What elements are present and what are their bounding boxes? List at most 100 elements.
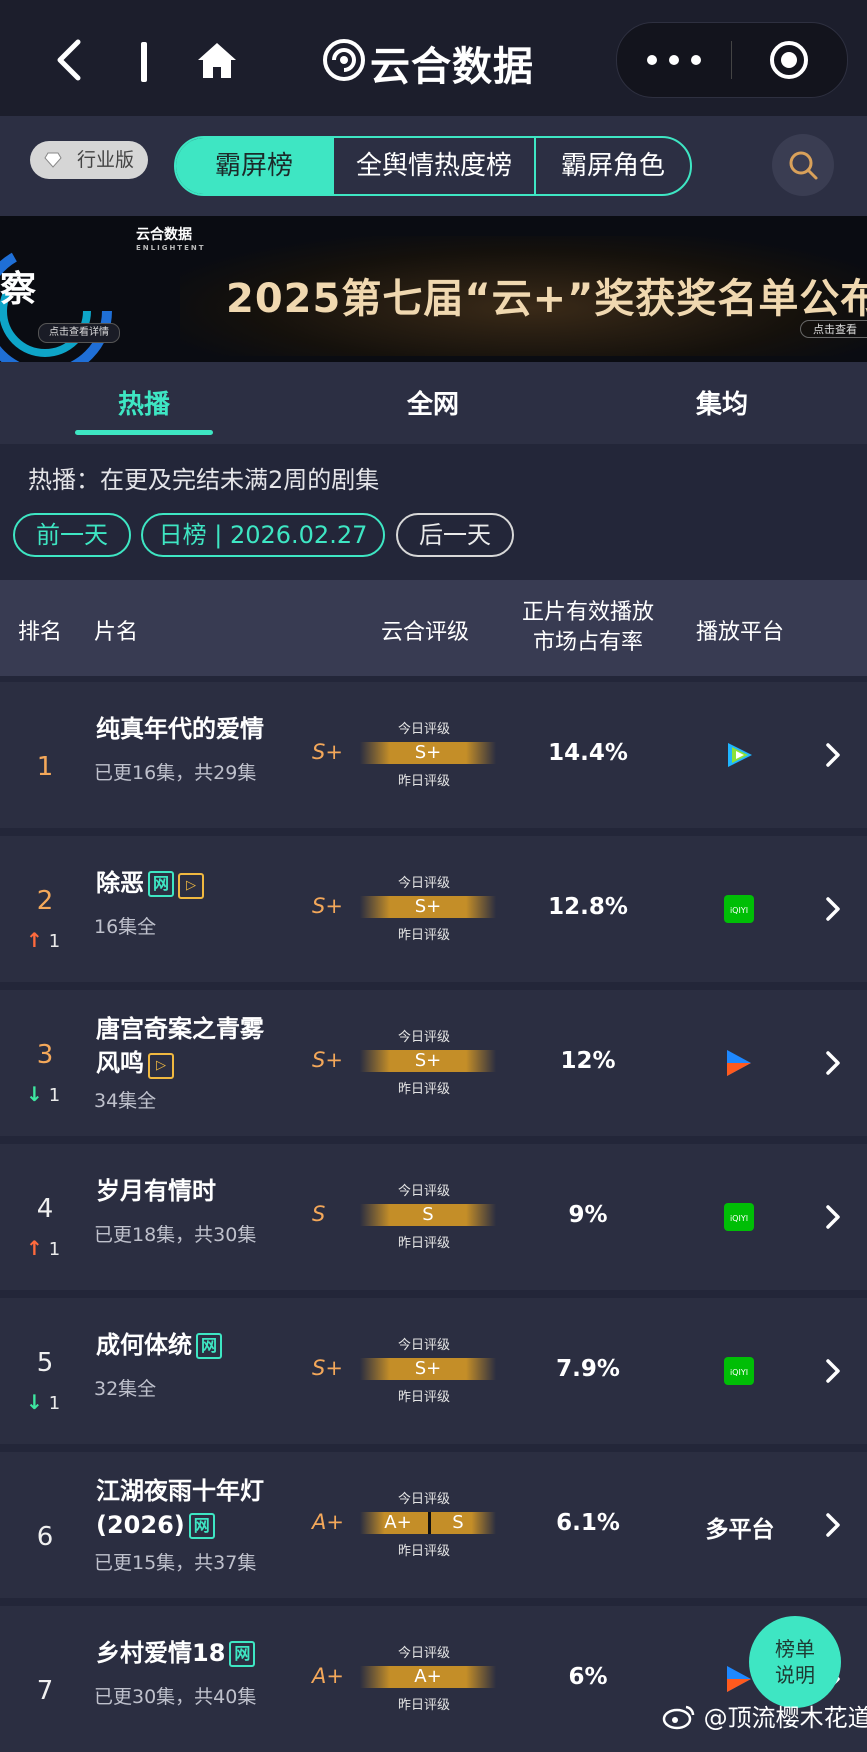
rank-trend: ↑ 1 [26,1236,60,1260]
trend-down-icon: ↓ [26,1390,43,1414]
rank-number: 3 [36,1040,54,1070]
rating-grade: A+ [312,1510,344,1534]
show-title: 岁月有情时 [96,1174,216,1208]
title-text: 唐宫奇案之青雾 [96,1015,264,1043]
chevron-right-icon[interactable] [824,742,842,768]
rating-bar: S+ [360,742,496,764]
award-banner[interactable]: 察 点击查看详情 云合数据 ENLIGHTENT 2025第七届“云+”奖获奖名… [0,216,867,362]
title-text: 乡村爱情18 [96,1639,226,1667]
header-share-line1: 正片有效播放 [521,600,654,625]
web-drama-tag: 网 [229,1641,256,1667]
help-line1: 榜单 [775,1637,815,1661]
banner-detail-tag[interactable]: 点击查看详情 [38,323,120,343]
sub-tab-bar: 热播 全网 集均 [0,362,867,444]
banner-side-text: 察 [0,269,37,310]
chevron-right-icon[interactable] [824,1358,842,1384]
rating-grade: S+ [312,1048,343,1072]
tab-hot-play[interactable]: 热播 [75,384,213,421]
table-row[interactable]: 2 ↑ 1 除恶网 ▷ 16集全 S+ 今日评级 S+ 昨日评级 12.8% iQIYI [0,836,867,982]
today-rating-label: 今日评级 [398,1338,451,1353]
chevron-right-icon[interactable] [824,1512,842,1538]
rating-bar: A+ S [360,1512,496,1534]
tab-baping-role[interactable]: 霸屏角色 [536,138,690,194]
rank-trend: ↓ 1 [26,1082,60,1106]
episode-count: 34集全 [94,1090,157,1112]
today-rating-label: 今日评级 [398,1030,451,1045]
tab-bapingbang[interactable]: 霸屏榜 [176,138,334,194]
chevron-right-icon[interactable] [824,1204,842,1230]
header-share-line2: 市场占有率 [532,630,643,655]
tab-yuqing-heat[interactable]: 全舆情热度榜 [334,138,536,194]
header-platform: 播放平台 [695,620,784,645]
episode-count: 已更18集，共30集 [94,1224,257,1246]
episode-count: 32集全 [94,1378,157,1400]
banner-brand: 云合数据 ENLIGHTENT [136,224,206,252]
capsule-divider [731,41,732,79]
trend-up-icon: ↑ [26,1236,43,1260]
rating-divider [428,1512,431,1534]
yesterday-rating-label: 昨日评级 [398,1236,451,1251]
table-row[interactable]: 1 纯真年代的爱情 已更16集，共29集 S+ 今日评级 S+ 昨日评级 14.4% [0,682,867,828]
home-icon[interactable] [196,40,238,82]
rank-number: 6 [36,1522,54,1552]
web-drama-tag: 网 [188,1513,215,1539]
banner-headline: 2025第七届“云+”奖获奖名单公布 [226,276,867,322]
show-title: 江湖夜雨十年灯 (2026) 网 [96,1474,264,1542]
svg-text:iQIYI: iQIYI [730,906,748,915]
ranking-description: 热播：在更及完结未满2周的剧集 [28,466,380,494]
current-date-selector[interactable]: 日榜 | 2026.02.27 [141,513,385,557]
top-nav-bar: 云合数据 [0,0,867,116]
episode-count: 16集全 [94,916,157,938]
market-share: 12.8% [548,894,628,920]
market-share: 6% [568,1664,608,1690]
rating-bar: S+ [360,1358,496,1380]
episode-count: 已更30集，共40集 [94,1686,257,1708]
rank-number: 7 [36,1676,54,1706]
weibo-icon [662,1705,695,1730]
rank-number: 1 [36,752,54,782]
ranking-help-button[interactable]: 榜单 说明 [749,1616,841,1708]
table-row[interactable]: 5 ↓ 1 成何体统网 32集全 S+ 今日评级 S+ 昨日评级 7.9% iQIYI [0,1298,867,1444]
prev-day-button[interactable]: 前一天 [13,513,131,557]
today-rating-label: 今日评级 [398,1184,451,1199]
rating-yesterday: S [452,1512,464,1533]
source-watermark: @顶流樱木花道 [662,1698,867,1733]
rating-bar: S+ [360,1050,496,1072]
industry-edition-badge[interactable]: 行业版 [30,141,148,179]
app-title: 云合数据 [370,44,534,90]
title-text-line2: 风鸣 [96,1049,144,1077]
close-miniprogram-icon[interactable] [769,40,809,80]
banner-brand-name: 云合数据 [136,227,192,243]
iqiyi-icon: iQIYI [724,1357,754,1385]
ranking-segmented-control: 霸屏榜 全舆情热度榜 霸屏角色 [174,136,692,196]
market-share: 7.9% [556,1356,620,1382]
nav-separator [141,42,147,82]
svg-text:iQIYI: iQIYI [730,1214,748,1223]
tab-all-network[interactable]: 全网 [364,384,502,421]
title-text: 除恶 [96,869,144,897]
active-tab-underline [75,430,213,435]
header-market-share: 正片有效播放 市场占有率 [518,598,658,658]
table-row[interactable]: 4 ↑ 1 岁月有情时 已更18集，共30集 S 今日评级 S 昨日评级 9% iQIYI [0,1144,867,1290]
table-row[interactable]: 3 ↓ 1 唐宫奇案之青雾 风鸣 ▷ 34集全 S+ 今日评级 S+ 昨日评级 12% [0,990,867,1136]
table-header: 排名 片名 云合评级 正片有效播放 市场占有率 播放平台 [0,580,867,676]
help-line2: 说明 [775,1663,815,1687]
rank-number: 2 [36,886,54,916]
yunhe-logo-icon [323,39,365,81]
rating-bar: A+ [360,1666,496,1688]
show-title: 唐宫奇案之青雾 风鸣 ▷ [96,1012,264,1080]
tab-episode-average[interactable]: 集均 [653,384,791,421]
chevron-right-icon[interactable] [824,896,842,922]
next-day-button[interactable]: 后一天 [396,513,514,557]
banner-more-link[interactable]: 点击查看 [800,320,867,338]
chevron-right-icon[interactable] [824,1050,842,1076]
title-text: 成何体统 [96,1331,192,1359]
search-button[interactable] [772,134,834,196]
more-options-icon[interactable] [647,47,707,73]
svg-text:iQIYI: iQIYI [730,1368,748,1377]
table-row[interactable]: 6 江湖夜雨十年灯 (2026) 网已更15集，共37集 A+ 今日评级 A+ S 昨日评级 6.… [0,1452,867,1598]
title-text-line2: (2026) [96,1511,185,1539]
back-arrow-icon[interactable] [52,36,88,84]
trend-down-icon: ↓ [26,1082,43,1106]
market-share: 9% [568,1202,608,1228]
